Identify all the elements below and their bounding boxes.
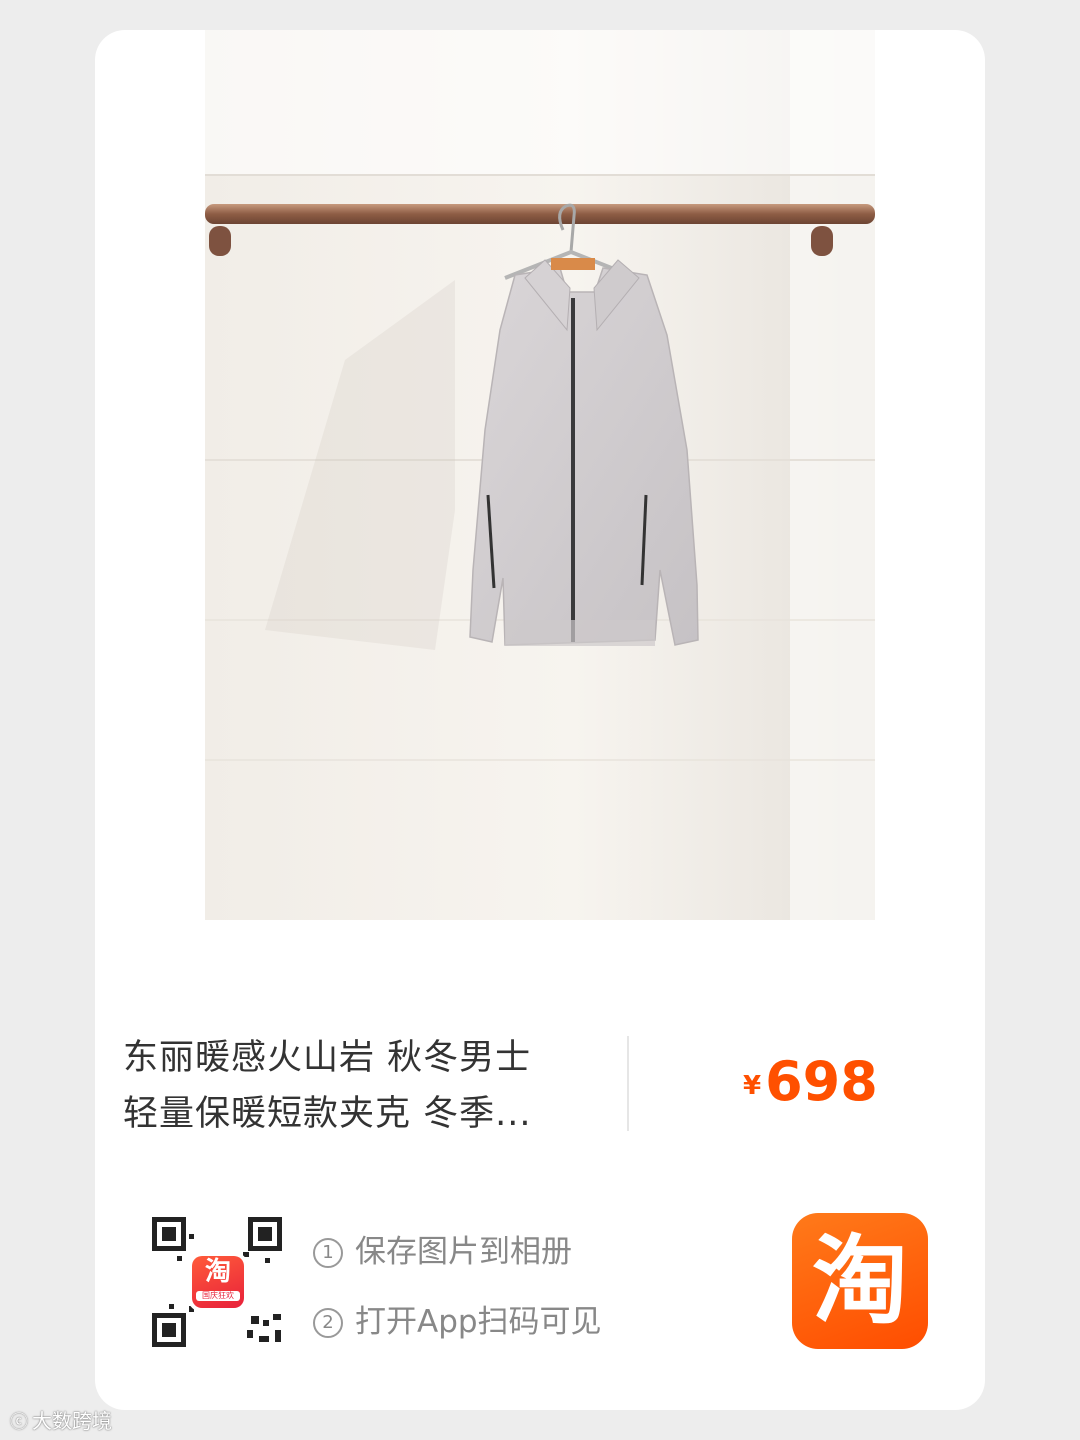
step-open-app-scan: 2 打开App扫码可见	[313, 1296, 602, 1341]
price-value: 698	[765, 1050, 878, 1113]
taobao-badge-label: 淘	[204, 1257, 231, 1287]
step-2-number: 2	[313, 1308, 343, 1338]
watermark: ⓒ 大数跨境	[10, 1405, 112, 1434]
step-2-text: 打开App扫码可见	[355, 1304, 602, 1340]
step-save-image: 1 保存图片到相册	[313, 1226, 572, 1271]
title-price-divider	[627, 1036, 629, 1131]
step-1-number: 1	[313, 1238, 343, 1268]
taobao-logo-label: 淘	[812, 1225, 908, 1337]
watermark-logo-icon: ⓒ	[10, 1412, 28, 1433]
product-title-line-2: 轻量保暖短款夹克 冬季...	[123, 1094, 532, 1134]
price-currency-symbol: ¥	[743, 1071, 762, 1101]
taobao-badge-icon: 淘 国庆狂欢	[192, 1256, 244, 1308]
product-price: ¥698	[743, 1050, 878, 1113]
watermark-text: 大数跨境	[32, 1409, 112, 1433]
taobao-badge-tag: 国庆狂欢	[196, 1291, 240, 1301]
taobao-logo-icon[interactable]: 淘	[792, 1213, 928, 1349]
step-1-text: 保存图片到相册	[355, 1234, 572, 1270]
product-title[interactable]: 东丽暖感火山岩 秋冬男士 轻量保暖短款夹克 冬季...	[123, 1030, 593, 1142]
product-image[interactable]	[205, 30, 875, 920]
product-share-card: 东丽暖感火山岩 秋冬男士 轻量保暖短款夹克 冬季... ¥698 淘 国庆狂欢 …	[95, 30, 985, 1410]
product-title-line-1: 东丽暖感火山岩 秋冬男士	[123, 1038, 532, 1078]
